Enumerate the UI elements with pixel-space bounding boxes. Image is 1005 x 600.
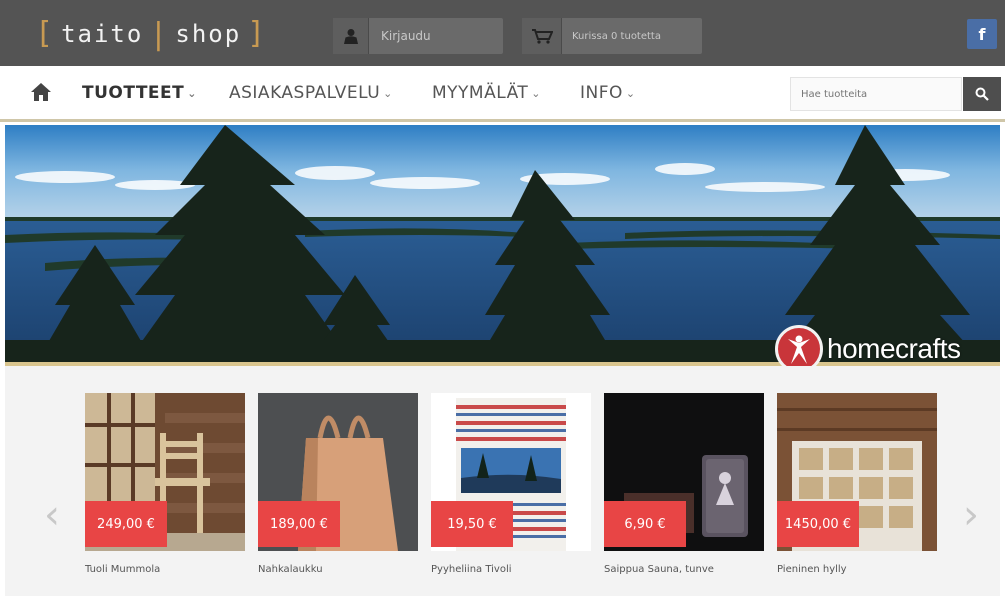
- logo-word-1: taito: [61, 20, 144, 48]
- top-bar: [ taito | shop ] Kirjaudu Kurissa 0 tuot…: [0, 0, 1005, 66]
- product-name[interactable]: Pyyheliina Tivoli: [431, 564, 512, 575]
- cart-button[interactable]: Kurissa 0 tuotetta: [522, 18, 702, 54]
- user-icon: [333, 18, 369, 54]
- nav-item-label: INFO: [580, 83, 623, 103]
- logo-word-2: shop: [175, 20, 242, 48]
- logo[interactable]: [ taito | shop ]: [35, 16, 268, 52]
- login-label: Kirjaudu: [381, 29, 431, 43]
- product-price: 1450,00 €: [777, 501, 859, 547]
- cart-label: Kurissa 0 tuotetta: [572, 30, 661, 42]
- product-card[interactable]: 1450,00 € Pieninen hylly: [777, 393, 937, 583]
- product-card[interactable]: 249,00 € Tuoli Mummola: [85, 393, 245, 583]
- nav-item-label: ASIAKASPALVELU: [229, 83, 381, 103]
- product-price: 6,90 €: [604, 501, 686, 547]
- product-name[interactable]: Saippua Sauna, tunve: [604, 564, 714, 575]
- nav-item-myymalat[interactable]: MYYMÄLÄT ⌄: [432, 83, 541, 103]
- nav-item-tuotteet[interactable]: TUOTTEET ⌄: [82, 83, 197, 103]
- product-price: 249,00 €: [85, 501, 167, 547]
- cart-icon: [522, 18, 562, 54]
- product-card[interactable]: 19,50 € Pyyheliina Tivoli: [431, 393, 591, 583]
- main-nav: TUOTTEET ⌄ ASIAKASPALVELU ⌄ MYYMÄLÄT ⌄ INFO…: [0, 66, 1005, 122]
- search-button[interactable]: [963, 77, 1001, 111]
- nav-item-label: MYYMÄLÄT: [432, 83, 529, 103]
- logo-separator: |: [149, 16, 170, 52]
- carousel-prev-button[interactable]: ‹: [37, 490, 67, 540]
- homecrafts-text: homecrafts: [827, 333, 961, 364]
- home-icon[interactable]: [30, 82, 52, 104]
- product-card[interactable]: 6,90 € Saippua Sauna, tunve: [604, 393, 764, 583]
- nav-item-asiakaspalvelu[interactable]: ASIAKASPALVELU ⌄: [229, 83, 393, 103]
- product-price: 189,00 €: [258, 501, 340, 547]
- search-input[interactable]: [790, 77, 962, 111]
- chevron-down-icon: ⌄: [187, 86, 197, 100]
- facebook-icon[interactable]: f: [967, 19, 997, 49]
- nav-item-label: TUOTTEET: [82, 83, 185, 103]
- carousel-next-button[interactable]: ›: [956, 490, 986, 540]
- product-name[interactable]: Nahkalaukku: [258, 564, 323, 575]
- login-button[interactable]: Kirjaudu: [333, 18, 503, 54]
- page: [ taito | shop ] Kirjaudu Kurissa 0 tuot…: [0, 0, 1005, 600]
- logo-bracket-left: [: [35, 16, 56, 51]
- chevron-down-icon: ⌄: [383, 86, 393, 100]
- product-name[interactable]: Tuoli Mummola: [85, 564, 160, 575]
- search-icon: [975, 87, 989, 101]
- logo-bracket-right: ]: [247, 16, 268, 51]
- product-price: 19,50 €: [431, 501, 513, 547]
- product-name[interactable]: Pieninen hylly: [777, 564, 847, 575]
- chevron-down-icon: ⌄: [625, 86, 636, 100]
- nav-item-info[interactable]: INFO ⌄: [580, 83, 636, 103]
- chevron-down-icon: ⌄: [531, 86, 542, 100]
- product-card[interactable]: 189,00 € Nahkalaukku: [258, 393, 418, 583]
